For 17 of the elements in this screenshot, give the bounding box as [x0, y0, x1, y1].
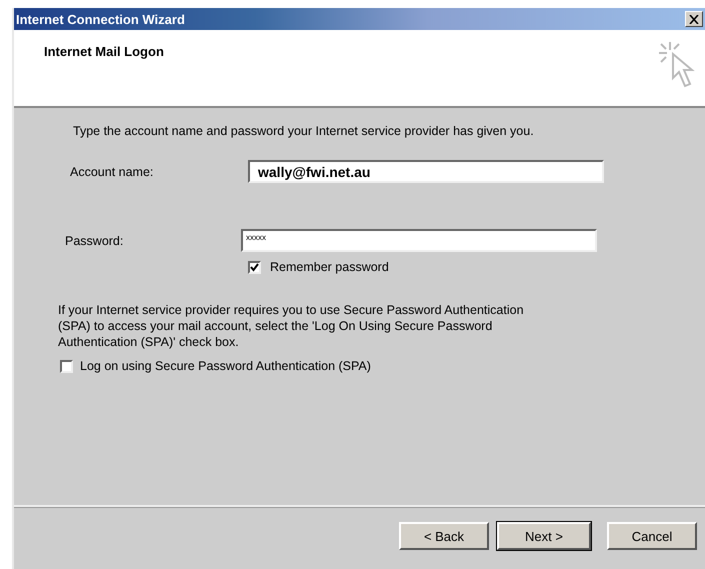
- check-icon: [250, 262, 259, 272]
- wizard-button[interactable]: < Back: [399, 522, 489, 550]
- remember-password-checkbox[interactable]: Remember password: [248, 260, 705, 274]
- wizard-button[interactable]: Cancel: [607, 522, 697, 550]
- password-field[interactable]: xxxxx: [241, 229, 597, 252]
- page-heading: Internet Mail Logon: [44, 44, 164, 61]
- account-name-field[interactable]: wally@fwi.net.au: [248, 160, 604, 183]
- cursor-sparkle-icon: [657, 40, 695, 90]
- spa-note-text: If your Internet service provider requires you to use Secure Password Authentication (SPA) to access your mail account, select the 'Log On Using Secure Password Authentication (SPA)' check box.: [58, 302, 525, 350]
- field-label: Password:: [65, 234, 124, 248]
- field-label: Account name:: [70, 164, 154, 178]
- wizard-button[interactable]: Next >: [497, 522, 591, 550]
- spa-checkbox[interactable]: Log on using Secure Password Authentication (SPA): [60, 359, 705, 373]
- close-icon: [689, 14, 699, 24]
- close-button[interactable]: [685, 11, 703, 27]
- instructions-text: Type the account name and password your Internet service provider has given you.: [73, 124, 535, 138]
- window-title: Internet Connection Wizard: [16, 12, 185, 26]
